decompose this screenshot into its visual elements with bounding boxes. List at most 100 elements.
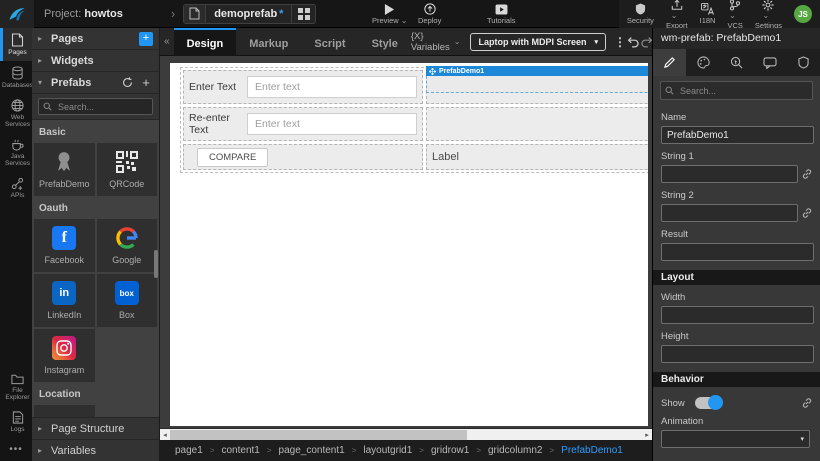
preview-button[interactable]: Preview⌄ [372, 0, 407, 28]
variables-button[interactable]: {X} Variables ⌄ [411, 31, 461, 53]
string2-input[interactable] [661, 204, 798, 222]
branch-icon [729, 0, 741, 11]
tutorials-button[interactable]: Tutorials [487, 0, 515, 28]
move-icon [429, 68, 436, 75]
string1-input[interactable] [661, 165, 798, 183]
add-prefab-icon[interactable]: + [139, 76, 153, 90]
tab-style[interactable]: Style [359, 28, 411, 56]
comments-tab[interactable] [753, 49, 786, 76]
horizontal-scrollbar[interactable]: ◂ ▸ [160, 428, 652, 440]
section-prefabs[interactable]: ▾ Prefabs + [32, 72, 159, 94]
breadcrumb-chevron-icon: › [171, 6, 175, 21]
scrollbar-thumb[interactable] [170, 430, 467, 440]
compare-button[interactable]: COMPARE [197, 148, 268, 167]
canvas-page[interactable]: Enter Text PrefabDemo1 [170, 63, 648, 426]
crumb-gridcolumn2[interactable]: gridcolumn2 [488, 445, 542, 456]
prefab-tile-linkedin[interactable]: in LinkedIn [34, 274, 95, 327]
rail-item-file-explorer[interactable]: File Explorer [0, 368, 32, 406]
prefab-tile-qrcode[interactable]: QRCode [97, 143, 158, 196]
prefab-tile-prefabdemo[interactable]: PrefabDemo [34, 143, 95, 196]
rail-item-java-services[interactable]: Java Services [0, 133, 32, 172]
crumb-page-content1[interactable]: page_content1 [279, 445, 345, 456]
grid-switcher-icon[interactable] [291, 5, 315, 23]
inspect-tab[interactable] [720, 49, 753, 76]
wavemaker-logo[interactable] [0, 0, 34, 28]
section-pages[interactable]: ▸ Pages + [32, 28, 159, 50]
prefab-tile-instagram[interactable]: Instagram [34, 329, 95, 382]
property-search [653, 76, 820, 105]
crumb-prefabdemo1-active[interactable]: PrefabDemo1 [561, 445, 623, 456]
rail-item-apis[interactable]: APIs [0, 172, 32, 204]
button-cell[interactable]: COMPARE [183, 144, 423, 170]
crumb-layoutgrid1[interactable]: layoutgrid1 [363, 445, 412, 456]
scroll-left-icon[interactable]: ◂ [160, 429, 170, 441]
rail-item-logs[interactable]: Logs [0, 406, 32, 438]
crumb-content1[interactable]: content1 [221, 445, 259, 456]
crumb-page1[interactable]: page1 [175, 445, 203, 456]
width-input[interactable] [661, 306, 814, 324]
more-options-icon[interactable]: ••• [0, 438, 32, 461]
form-field-enter-text[interactable]: Enter Text [183, 70, 423, 104]
prefab-tile-facebook[interactable]: f Facebook [34, 219, 95, 272]
tab-design[interactable]: Design [174, 28, 237, 56]
collapse-left-panel-icon[interactable]: « [160, 36, 174, 47]
prefab-tile-location[interactable] [34, 405, 95, 417]
form-field-reenter-text[interactable]: Re-enter Text [183, 107, 423, 141]
refresh-icon[interactable] [120, 76, 134, 90]
prefab-tile-box[interactable]: box Box [97, 274, 158, 327]
more-menu-icon[interactable]: ⋮ [614, 35, 626, 49]
reenter-text-input[interactable] [247, 113, 417, 135]
tab-script[interactable]: Script [301, 28, 358, 56]
name-input[interactable] [661, 126, 814, 144]
security-tab[interactable] [787, 49, 820, 76]
property-search-input[interactable] [678, 85, 808, 97]
prefab-search-input[interactable] [56, 101, 148, 113]
prefab-tile-google[interactable]: Google [97, 219, 158, 272]
result-input[interactable] [661, 243, 814, 261]
device-selector[interactable]: Laptop with MDPI Screen ▾ [470, 33, 606, 51]
section-variables[interactable]: ▸ Variables [32, 439, 159, 461]
explorer-panel: ▸ Pages + ▸ Widgets ▾ Prefabs + Basic [32, 28, 160, 461]
vcs-button[interactable]: ⌄ VCS [727, 0, 742, 30]
user-avatar[interactable]: JS [794, 5, 812, 23]
settings-button[interactable]: ⌄ Settings [755, 0, 782, 30]
artifact-switcher[interactable]: demoprefab* [183, 4, 316, 24]
enter-text-input[interactable] [247, 76, 417, 98]
bind-link-icon[interactable] [801, 168, 814, 180]
prefab-list: Basic PrefabDemo QRCode Oauth f Facebook [32, 120, 159, 417]
height-input[interactable] [661, 345, 814, 363]
style-tab[interactable] [686, 49, 719, 76]
selected-prefab-widget[interactable]: PrefabDemo1 [426, 66, 648, 93]
canvas-toolbar: « Design Markup Script Style {X} Variabl… [160, 28, 652, 56]
layout-grid[interactable]: Enter Text PrefabDemo1 [180, 67, 648, 173]
inspector-body: Name String 1 String 2 Result Layout Wid… [653, 105, 820, 461]
bind-link-icon[interactable] [801, 207, 814, 219]
animation-select[interactable]: ▾ [661, 430, 810, 448]
empty-grid-cell[interactable] [426, 107, 648, 141]
scroll-right-icon[interactable]: ▸ [642, 429, 652, 441]
section-widgets[interactable]: ▸ Widgets [32, 50, 159, 72]
left-rail: Pages Databases Web Services Java Servic… [0, 28, 32, 461]
properties-tab[interactable] [653, 49, 686, 76]
crumb-gridrow1[interactable]: gridrow1 [431, 445, 469, 456]
show-toggle-on[interactable] [695, 397, 721, 409]
database-icon [11, 66, 24, 80]
deploy-icon [424, 3, 436, 15]
tab-markup[interactable]: Markup [236, 28, 301, 56]
rail-item-databases[interactable]: Databases [0, 61, 32, 94]
undo-icon[interactable] [626, 35, 640, 48]
deploy-button[interactable]: Deploy [418, 0, 441, 28]
prefab-selection-header[interactable]: PrefabDemo1 [426, 66, 648, 76]
label-cell[interactable]: Label [426, 144, 648, 170]
rail-item-web-services[interactable]: Web Services [0, 94, 32, 133]
rail-item-pages[interactable]: Pages [0, 28, 32, 61]
bind-link-icon[interactable] [801, 397, 814, 409]
section-page-structure[interactable]: ▸ Page Structure [32, 417, 159, 439]
prefab-widget-body[interactable] [426, 76, 648, 93]
grid-column-2[interactable]: PrefabDemo1 [426, 70, 648, 104]
i18n-button[interactable]: I18N [700, 3, 716, 25]
security-button[interactable]: Security [627, 3, 654, 25]
add-page-button[interactable]: + [139, 32, 153, 46]
explorer-scrollbar[interactable] [154, 250, 158, 278]
export-button[interactable]: ⌄ Export [666, 0, 688, 30]
